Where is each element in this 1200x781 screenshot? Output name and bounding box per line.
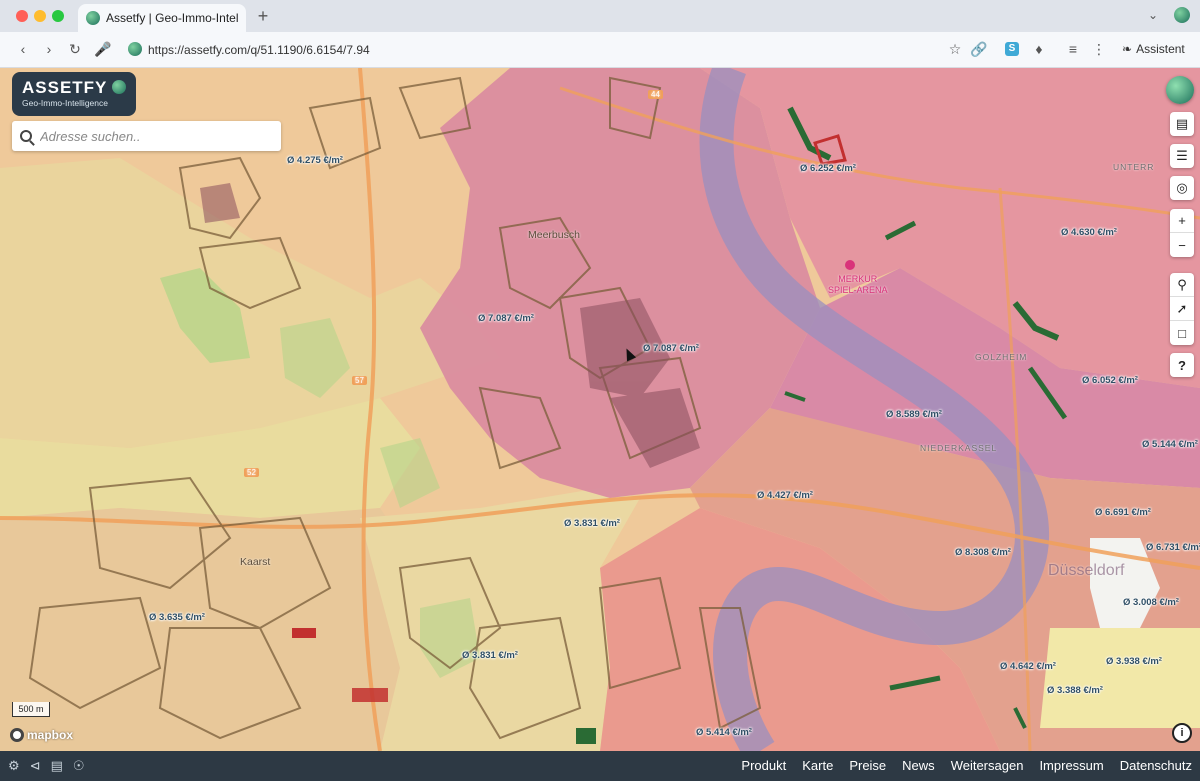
poi-label-merkur-line2: SPIEL-ARENA	[828, 285, 888, 295]
price-label[interactable]: Ø 6.252 €/m²	[800, 163, 856, 174]
draw-tools: ⚲ ➚ □	[1170, 273, 1194, 345]
reader-list-icon[interactable]: ≡	[1064, 41, 1082, 57]
zoom-out-button[interactable]: −	[1170, 233, 1194, 257]
minimize-window-button[interactable]	[34, 10, 46, 22]
footer-link-weitersagen[interactable]: Weitersagen	[951, 758, 1024, 773]
place-label-kaarst: Kaarst	[240, 556, 271, 568]
new-tab-button[interactable]: +	[254, 6, 272, 27]
globe-view-button[interactable]	[1166, 76, 1194, 104]
map-canvas[interactable]: ASSETFY Geo-Immo-Intelligence Meerbusch …	[0, 68, 1200, 751]
mapbox-label: mapbox	[27, 728, 74, 742]
polygon-draw-icon[interactable]: □	[1170, 321, 1194, 345]
poi-label-merkur: MERKUR SPIEL-ARENA	[828, 274, 888, 296]
browser-toolbar: ‹ › ↻ 🎤 https://assetfy.com/q/51.1190/6.…	[0, 32, 1200, 68]
assistant-label: Assistent	[1136, 42, 1185, 56]
tab-title: Assetfy | Geo-Immo-Intellige	[106, 11, 238, 25]
price-label[interactable]: Ø 5.144 €/m²	[1142, 439, 1198, 450]
price-label[interactable]: Ø 5.414 €/m²	[696, 727, 752, 738]
place-label-meerbusch: Meerbusch	[528, 229, 580, 241]
help-button[interactable]: ?	[1170, 353, 1194, 377]
browser-tab[interactable]: Assetfy | Geo-Immo-Intellige	[78, 4, 246, 32]
marker-pin-icon[interactable]: ⚲	[1170, 273, 1194, 297]
footer-links: Produkt Karte Preise News Weitersagen Im…	[741, 758, 1192, 773]
scale-bar: 500 m	[12, 702, 50, 717]
tab-list-chevron-icon[interactable]: ⌄	[1148, 8, 1158, 22]
footer-link-impressum[interactable]: Impressum	[1039, 758, 1103, 773]
price-label[interactable]: Ø 3.938 €/m²	[1106, 656, 1162, 667]
footer-link-news[interactable]: News	[902, 758, 935, 773]
address-search-input[interactable]	[40, 128, 260, 144]
footer-link-produkt[interactable]: Produkt	[741, 758, 786, 773]
document-icon[interactable]: ▤	[51, 758, 63, 774]
price-label[interactable]: Ø 3.635 €/m²	[149, 612, 205, 623]
footer-link-karte[interactable]: Karte	[802, 758, 833, 773]
price-label[interactable]: Ø 4.275 €/m²	[287, 155, 343, 166]
price-label[interactable]: Ø 4.630 €/m²	[1061, 227, 1117, 238]
footer-link-datenschutz[interactable]: Datenschutz	[1120, 758, 1192, 773]
price-label[interactable]: Ø 7.087 €/m²	[643, 343, 699, 354]
address-search-box[interactable]	[12, 121, 281, 151]
poi-label-merkur-line1: MERKUR	[838, 274, 878, 284]
brand-globe-icon	[112, 80, 126, 94]
assistant-icon: ❧	[1122, 42, 1133, 56]
zoom-in-button[interactable]: +	[1170, 209, 1194, 233]
price-label[interactable]: Ø 3.388 €/m²	[1047, 685, 1103, 696]
search-icon	[20, 130, 32, 142]
footer-link-preise[interactable]: Preise	[849, 758, 886, 773]
site-globe-icon	[128, 42, 142, 56]
price-label[interactable]: Ø 3.008 €/m²	[1123, 597, 1179, 608]
favicon-globe-icon	[86, 11, 100, 25]
address-bar[interactable]: https://assetfy.com/q/51.1190/6.6154/7.9…	[148, 43, 370, 57]
microphone-icon[interactable]: 🎤	[94, 41, 112, 58]
copy-link-icon[interactable]: 🔗	[970, 41, 988, 58]
brand-name: ASSETFY	[22, 78, 108, 97]
price-label[interactable]: Ø 6.691 €/m²	[1095, 507, 1151, 518]
measure-line-icon[interactable]: ➚	[1170, 297, 1194, 321]
price-label[interactable]: Ø 6.731 €/m²	[1146, 542, 1200, 553]
brand-tagline: Geo-Immo-Intelligence	[22, 98, 108, 108]
price-label[interactable]: Ø 4.642 €/m²	[1000, 661, 1056, 672]
audio-wave-icon[interactable]: ⋮	[1090, 41, 1108, 58]
mapbox-mark-icon	[10, 728, 24, 742]
price-label[interactable]: Ø 6.052 €/m²	[1082, 375, 1138, 386]
map-background	[0, 68, 1200, 751]
close-window-button[interactable]	[16, 10, 28, 22]
bookmark-star-icon[interactable]: ☆	[946, 41, 964, 58]
price-label[interactable]: Ø 3.831 €/m²	[462, 650, 518, 661]
district-label-golzheim: GOLZHEIM	[975, 352, 1028, 362]
mapbox-logo[interactable]: mapbox	[10, 728, 73, 742]
locate-crosshair-icon[interactable]: ◎	[1170, 176, 1194, 200]
assetfy-logo[interactable]: ASSETFY Geo-Immo-Intelligence	[12, 72, 136, 116]
compass-icon[interactable]: ☉	[73, 758, 85, 774]
maximize-window-button[interactable]	[52, 10, 64, 22]
reload-icon[interactable]: ↻	[66, 41, 84, 58]
district-label-niederkassel: NIEDERKASSEL	[920, 443, 998, 453]
layers-icon[interactable]: ☰	[1170, 144, 1194, 168]
road-shield-44: 44	[648, 90, 663, 99]
road-shield-52: 52	[244, 468, 259, 477]
price-label[interactable]: Ø 3.831 €/m²	[564, 518, 620, 529]
forward-icon[interactable]: ›	[40, 41, 58, 57]
extension-s-icon[interactable]: S	[1005, 42, 1019, 56]
map-style-icon[interactable]: ▤	[1170, 112, 1194, 136]
district-label-unterr: UNTERR	[1113, 162, 1155, 172]
city-label-duesseldorf: Düsseldorf	[1048, 562, 1125, 579]
attribution-info-button[interactable]: i	[1172, 723, 1192, 743]
footer-tools: ⚙ ⊲ ▤ ☉	[8, 758, 85, 774]
price-label[interactable]: Ø 8.589 €/m²	[886, 409, 942, 420]
price-label[interactable]: Ø 8.308 €/m²	[955, 547, 1011, 558]
price-label[interactable]: Ø 7.087 €/m²	[478, 313, 534, 324]
extensions-puzzle-icon[interactable]: ♦	[1030, 41, 1048, 57]
profile-avatar[interactable]	[1174, 7, 1190, 23]
back-icon[interactable]: ‹	[14, 41, 32, 57]
share-icon[interactable]: ⊲	[30, 758, 41, 774]
price-label[interactable]: Ø 4.427 €/m²	[757, 490, 813, 501]
zoom-controls: + −	[1170, 209, 1194, 257]
browser-titlebar: Assetfy | Geo-Immo-Intellige + ⌄	[0, 0, 1200, 32]
assistant-button[interactable]: ❧ Assistent	[1122, 42, 1185, 56]
page-footer: ⚙ ⊲ ▤ ☉ Produkt Karte Preise News Weiter…	[0, 751, 1200, 781]
road-shield-57: 57	[352, 376, 367, 385]
settings-gear-icon[interactable]: ⚙	[8, 758, 20, 774]
